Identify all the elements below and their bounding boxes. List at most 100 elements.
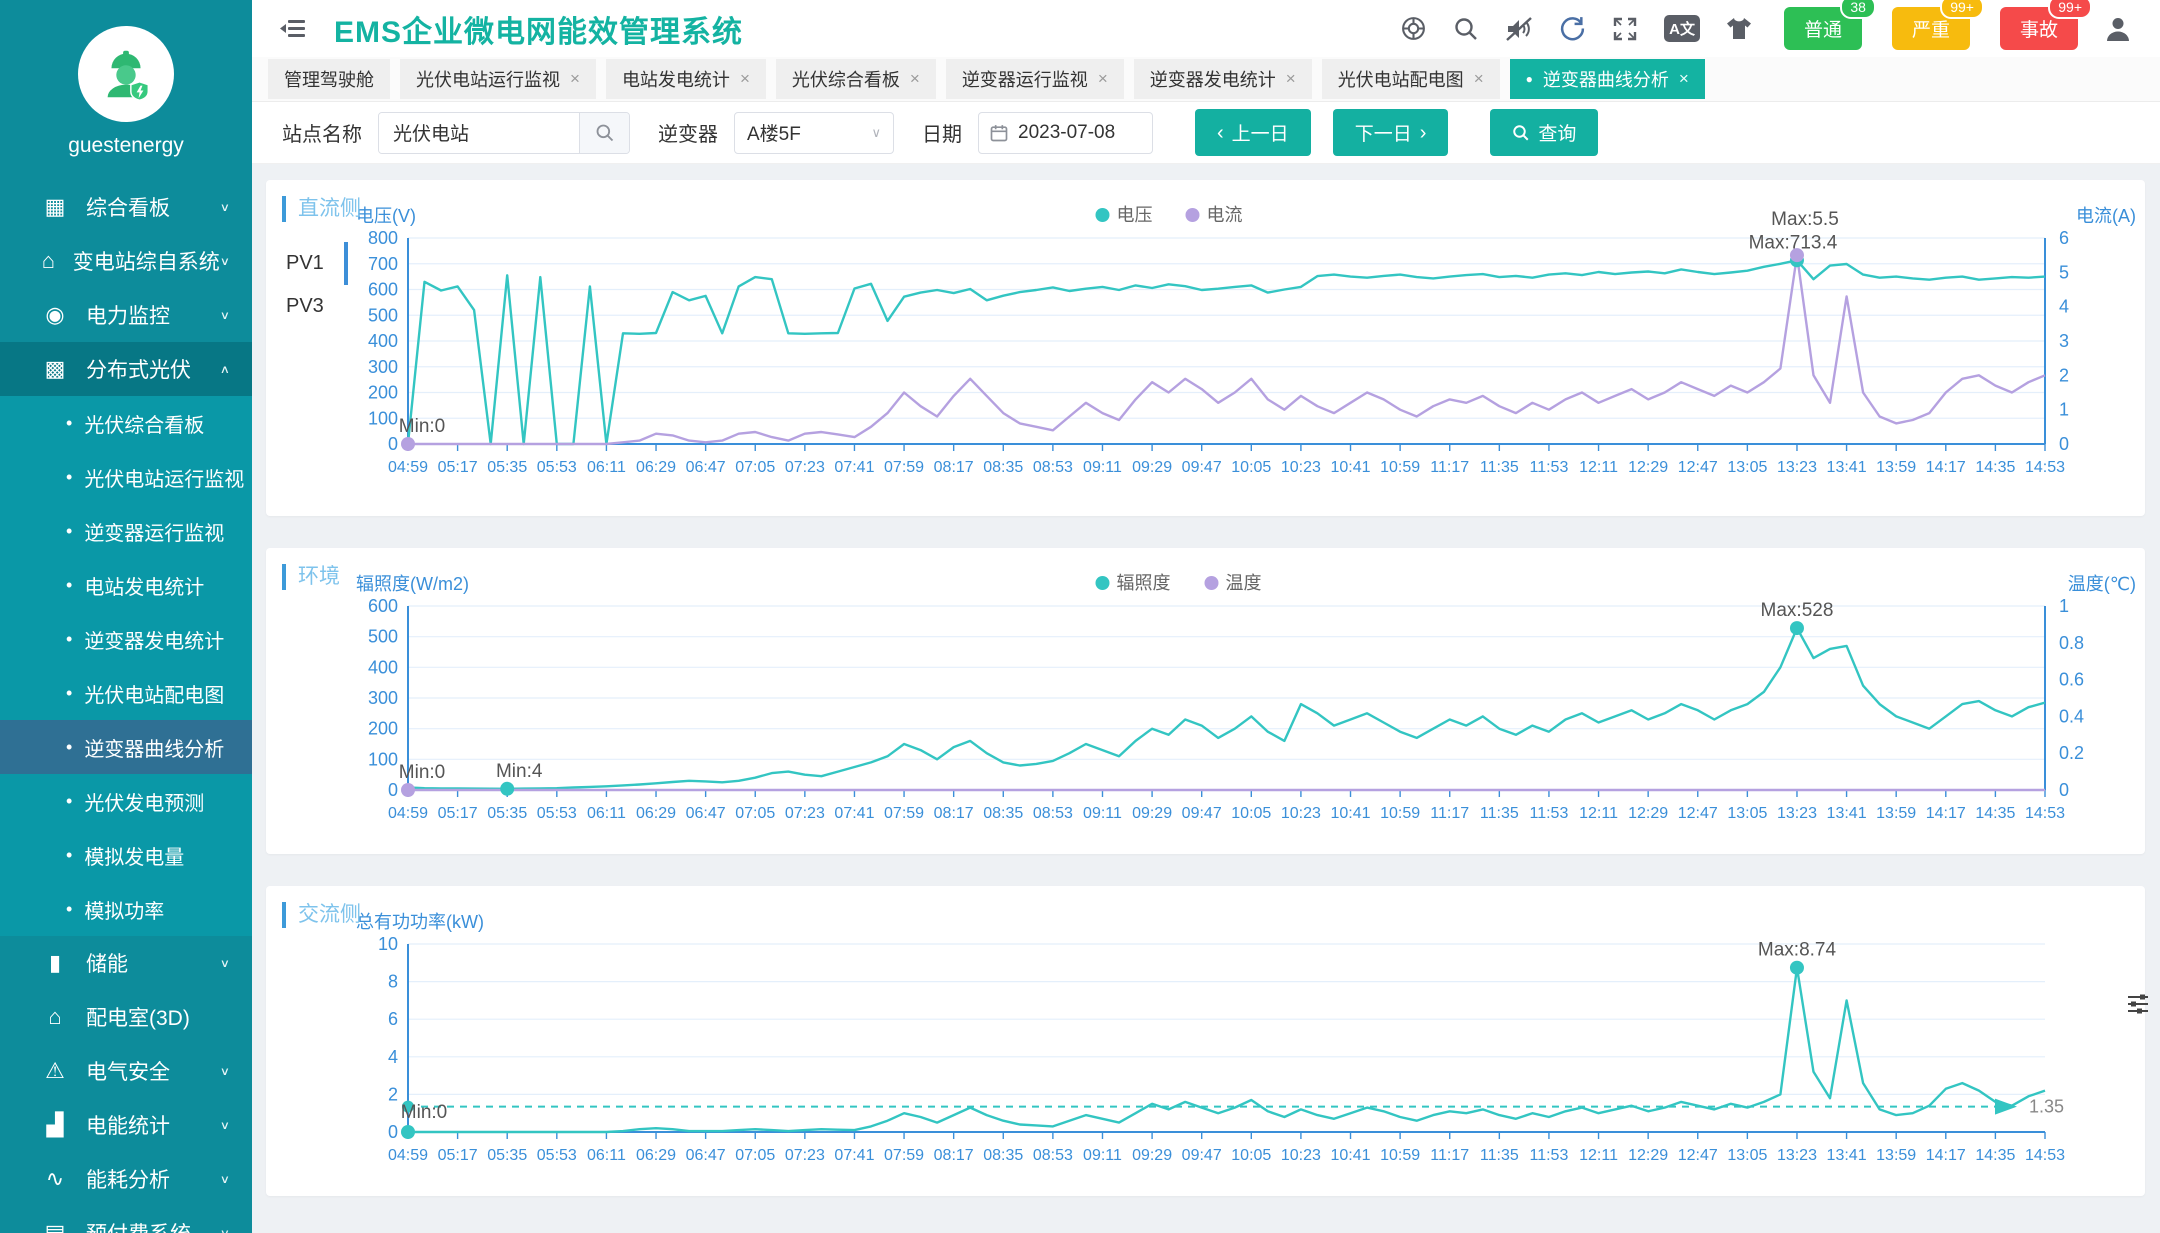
help-icon[interactable] (1400, 15, 1427, 42)
substation-icon: ⌂ (40, 248, 57, 274)
sidebar-item-电力监控[interactable]: ◉电力监控∨ (0, 288, 252, 342)
svg-text:300: 300 (368, 357, 398, 377)
sidebar-subitem-逆变器运行监视[interactable]: •逆变器运行监视 (0, 504, 252, 558)
site-name-input[interactable] (379, 113, 579, 153)
menu-item-label: 能耗分析 (86, 1164, 220, 1194)
panel-title-dc: 直流侧 (282, 196, 361, 222)
close-icon[interactable]: × (1679, 69, 1689, 89)
svg-text:05:53: 05:53 (537, 805, 577, 822)
svg-text:12:29: 12:29 (1628, 1147, 1668, 1164)
tab-管理驾驶舱[interactable]: 管理驾驶舱 (268, 59, 390, 99)
sidebar-subitem-模拟发电量[interactable]: •模拟发电量 (0, 828, 252, 882)
svg-text:13:59: 13:59 (1876, 459, 1916, 476)
translate-icon[interactable]: A文 (1664, 15, 1700, 42)
pv-item-pv1[interactable]: PV1 (284, 242, 348, 285)
svg-text:07:05: 07:05 (735, 805, 775, 822)
pv-item-pv3[interactable]: PV3 (284, 285, 348, 328)
svg-text:06:29: 06:29 (636, 805, 676, 822)
svg-text:11:53: 11:53 (1530, 1147, 1569, 1164)
site-search-icon[interactable] (579, 113, 629, 153)
svg-text:200: 200 (368, 383, 398, 403)
tab-label: 光伏综合看板 (792, 66, 900, 92)
svg-text:12:11: 12:11 (1579, 805, 1618, 822)
svg-text:08:35: 08:35 (983, 459, 1023, 476)
env-chart-canvas[interactable]: 600500400300200100010.80.60.40.20温度(℃)辐照… (350, 570, 2140, 832)
tab-逆变器运行监视[interactable]: 逆变器运行监视× (946, 59, 1124, 99)
theme-icon[interactable] (1726, 16, 1752, 41)
sidebar-item-电能统计[interactable]: ▟电能统计∨ (0, 1098, 252, 1152)
sidebar-subitem-光伏电站运行监视[interactable]: •光伏电站运行监视 (0, 450, 252, 504)
power-monitor-icon: ◉ (40, 302, 70, 328)
svg-text:11:53: 11:53 (1530, 805, 1569, 822)
alarm-button-严重[interactable]: 严重99+ (1892, 7, 1970, 50)
svg-text:电压: 电压 (1117, 205, 1153, 225)
close-icon[interactable]: × (910, 69, 920, 89)
alarm-button-普通[interactable]: 普通38 (1784, 7, 1862, 50)
svg-text:07:41: 07:41 (834, 1147, 874, 1164)
query-button[interactable]: 查询 (1490, 109, 1598, 156)
inverter-select[interactable]: A楼5F ∨ (734, 112, 894, 154)
close-icon[interactable]: × (1474, 69, 1484, 89)
close-icon[interactable]: × (570, 69, 580, 89)
ac-chart-canvas[interactable]: 1086420总有功功率(kW)04:5905:1705:3505:5306:1… (350, 908, 2140, 1174)
sidebar-subitem-光伏电站配电图[interactable]: •光伏电站配电图 (0, 666, 252, 720)
svg-text:0: 0 (2059, 780, 2069, 800)
svg-text:12:29: 12:29 (1628, 805, 1668, 822)
close-icon[interactable]: × (1098, 69, 1108, 89)
sidebar-item-配电室(3D)[interactable]: ⌂配电室(3D) (0, 990, 252, 1044)
bullet-icon: • (66, 683, 72, 704)
username: guestenergy (0, 134, 252, 158)
chevron-down-icon: ∨ (220, 1118, 230, 1132)
bullet-icon: • (66, 737, 72, 758)
close-icon[interactable]: × (740, 69, 750, 89)
sidebar-item-综合看板[interactable]: ▦综合看板∨ (0, 180, 252, 234)
tab-逆变器发电统计[interactable]: 逆变器发电统计× (1134, 59, 1312, 99)
prev-day-button[interactable]: ‹ 上一日 (1195, 109, 1311, 156)
sidebar-subitem-模拟功率[interactable]: •模拟功率 (0, 882, 252, 936)
tab-光伏电站运行监视[interactable]: 光伏电站运行监视× (400, 59, 596, 99)
sidebar-subitem-光伏发电预测[interactable]: •光伏发电预测 (0, 774, 252, 828)
svg-text:05:35: 05:35 (487, 1147, 527, 1164)
svg-text:13:23: 13:23 (1777, 459, 1817, 476)
tab-光伏综合看板[interactable]: 光伏综合看板 × (776, 59, 936, 99)
sidebar-item-分布式光伏[interactable]: ▩分布式光伏∧ (0, 342, 252, 396)
dc-chart-canvas[interactable]: 80070060050040030020010006543210电流(A)电压(… (350, 202, 2140, 486)
sidebar-item-能耗分析[interactable]: ∿能耗分析∨ (0, 1152, 252, 1206)
close-icon[interactable]: × (1286, 69, 1296, 89)
panel-title-env: 环境 (282, 564, 340, 590)
svg-text:1: 1 (2059, 596, 2069, 616)
bullet-icon: • (66, 845, 72, 866)
svg-text:700: 700 (368, 254, 398, 274)
user-icon[interactable] (2104, 15, 2132, 42)
electrical-safety-icon: ⚠ (40, 1058, 70, 1084)
tab-逆变器曲线分析[interactable]: ●逆变器曲线分析× (1510, 59, 1705, 99)
sidebar-item-储能[interactable]: ▮储能∨ (0, 936, 252, 990)
main-column: EMS企业微电网能效管理系统 (252, 0, 2160, 1233)
chevron-down-icon: ∨ (220, 254, 230, 268)
sidebar-item-电气安全[interactable]: ⚠电气安全∨ (0, 1044, 252, 1098)
date-picker[interactable]: 2023-07-08 (978, 112, 1153, 154)
svg-text:Max:528: Max:528 (1761, 600, 1834, 621)
next-day-button[interactable]: 下一日 › (1333, 109, 1449, 156)
collapse-sidebar-icon[interactable] (280, 17, 308, 41)
svg-text:8: 8 (388, 972, 398, 992)
svg-text:1.35: 1.35 (2029, 1097, 2064, 1117)
search-icon[interactable] (1453, 16, 1479, 42)
mute-icon[interactable] (1505, 16, 1533, 42)
sidebar-subitem-逆变器发电统计[interactable]: •逆变器发电统计 (0, 612, 252, 666)
energy-stats-icon: ▟ (40, 1112, 70, 1138)
sidebar-subitem-光伏综合看板[interactable]: •光伏综合看板 (0, 396, 252, 450)
tab-电站发电统计[interactable]: 电站发电统计× (606, 59, 766, 99)
sidebar-subitem-电站发电统计[interactable]: •电站发电统计 (0, 558, 252, 612)
panel-title-ac: 交流侧 (282, 902, 361, 928)
fullscreen-icon[interactable] (1612, 16, 1638, 42)
svg-text:1: 1 (2059, 400, 2069, 420)
menu-item-label: 分布式光伏 (86, 354, 220, 384)
sidebar-item-预付费系统[interactable]: ▤预付费系统∨ (0, 1206, 252, 1233)
chart-settings-icon[interactable] (2126, 992, 2150, 1021)
sidebar-item-变电站综自系统[interactable]: ⌂变电站综自系统∨ (0, 234, 252, 288)
refresh-icon[interactable] (1559, 15, 1586, 42)
alarm-button-事故[interactable]: 事故99+ (2000, 7, 2078, 50)
sidebar-subitem-逆变器曲线分析[interactable]: •逆变器曲线分析 (0, 720, 252, 774)
tab-光伏电站配电图[interactable]: 光伏电站配电图× (1322, 59, 1500, 99)
